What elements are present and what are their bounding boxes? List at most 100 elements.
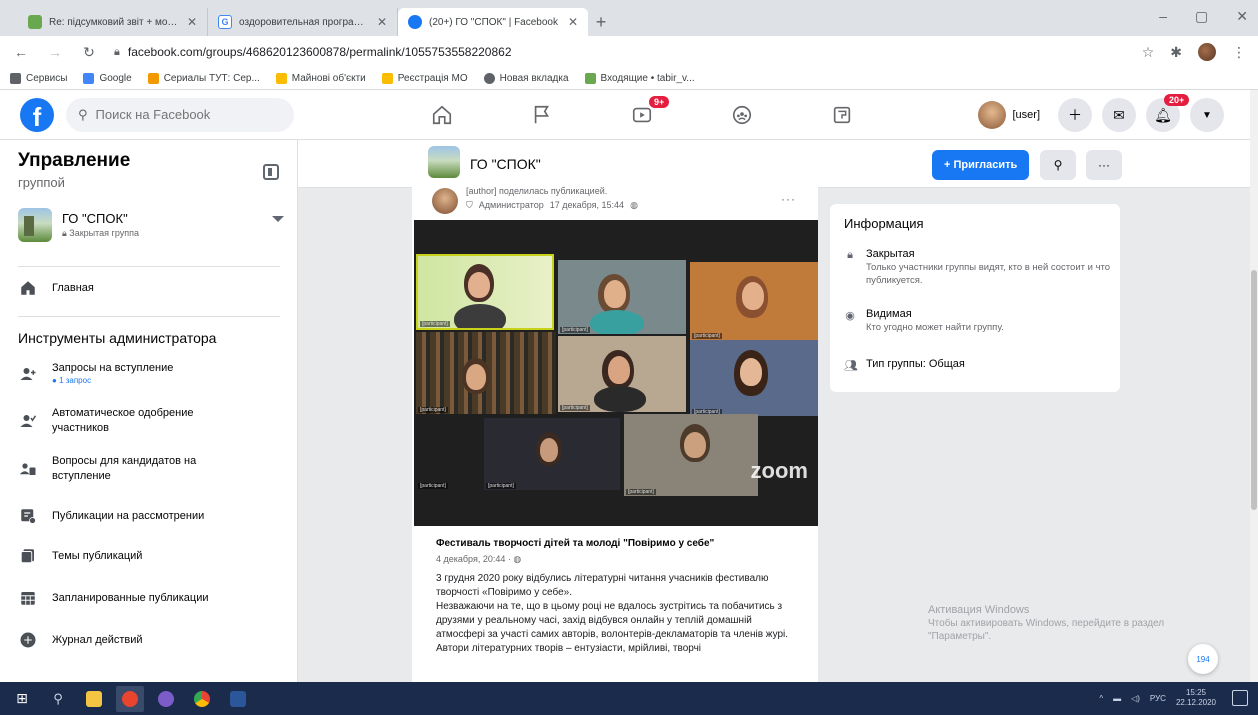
sidebar-item-activity-log[interactable]: Журнал действий xyxy=(18,630,288,650)
back-arrow-icon[interactable]: ← xyxy=(12,44,30,60)
post-header: [author] поделилась публикацией. ⛉ Админ… xyxy=(412,186,818,218)
close-tab-icon[interactable]: ✕ xyxy=(377,15,387,29)
forward-arrow-icon[interactable]: → xyxy=(46,44,64,60)
nav-groups[interactable] xyxy=(692,90,792,140)
clock[interactable]: 15:25 22.12.2020 xyxy=(1176,688,1216,708)
group-header-name[interactable]: ГО "СПОК" xyxy=(470,156,541,172)
author-avatar[interactable] xyxy=(432,188,458,214)
bookmark-registry[interactable]: Реєстрація МО xyxy=(381,73,468,84)
bell-icon: 🔔︎ xyxy=(1154,106,1172,123)
collapse-sidebar-icon[interactable] xyxy=(263,164,279,180)
search-input[interactable] xyxy=(95,107,266,122)
notifications-badge: 20+ xyxy=(1164,94,1190,106)
bookmark-star-icon[interactable]: ☆ xyxy=(1142,44,1155,61)
sidebar-item-label: Темы публикаций xyxy=(52,550,143,562)
sidebar-item-home[interactable]: Главная xyxy=(18,278,288,298)
tray-chevron-icon[interactable]: ^ xyxy=(1099,694,1103,703)
network-icon[interactable]: ▬ xyxy=(1113,694,1121,703)
profile-avatar xyxy=(978,101,1007,129)
extensions-puzzle-icon[interactable]: ✱ xyxy=(1170,44,1182,61)
sidebar-item-membership-questions[interactable]: Вопросы для кандидатов на вступление xyxy=(18,454,288,484)
close-tab-icon[interactable]: ✕ xyxy=(568,15,578,29)
group-selector[interactable]: ГО "СПОК" 🔒︎ Закрытая группа xyxy=(18,208,286,242)
sidebar-item-post-topics[interactable]: Темы публикаций xyxy=(18,546,288,566)
browser-menu-icon[interactable]: ⋮ xyxy=(1232,44,1246,61)
sidebar-item-auto-approve[interactable]: Автоматическое одобрение участников xyxy=(18,406,288,436)
create-button[interactable]: ＋ xyxy=(1058,98,1092,132)
lock-icon: 🔒︎ xyxy=(114,45,120,58)
post-more-button[interactable]: ··· xyxy=(781,192,796,206)
divider xyxy=(18,316,280,317)
new-tab-button[interactable]: + xyxy=(588,8,614,36)
reload-icon[interactable]: ↻ xyxy=(80,44,98,61)
close-window-button[interactable]: ✕ xyxy=(1236,8,1248,25)
input-language[interactable]: РУС xyxy=(1150,694,1166,703)
body-paragraph: Автори літературних творів – ентузіасти,… xyxy=(436,643,702,654)
profile-chip[interactable]: [user] xyxy=(976,99,1048,131)
scrollbar-thumb[interactable] xyxy=(1251,270,1257,510)
nav-pages[interactable] xyxy=(492,90,592,140)
sidebar-item-scheduled-posts[interactable]: Запланированные публикации xyxy=(18,588,288,608)
nav-gaming[interactable] xyxy=(792,90,892,140)
bookmark-google[interactable]: Google xyxy=(83,73,132,84)
account-menu-button[interactable]: ▼ xyxy=(1190,98,1224,132)
group-header-bar: ГО "СПОК" + Пригласить ⚲ ··· xyxy=(298,140,1250,188)
browser-tab-1[interactable]: Re: підсумковий звіт + монітор ✕ xyxy=(18,8,208,36)
user-check-icon xyxy=(18,411,38,431)
post-author-line: [author] поделилась публикацией. xyxy=(466,186,608,196)
page-scrollbar[interactable] xyxy=(1250,90,1258,682)
info-group-type: 👥︎ Тип группы: Общая xyxy=(844,358,965,372)
globe-icon: ◍ xyxy=(630,200,638,210)
url-field[interactable]: 🔒︎ facebook.com/groups/468620123600878/p… xyxy=(114,45,1126,59)
group-header-thumbnail[interactable] xyxy=(428,146,460,178)
word-button[interactable] xyxy=(224,686,252,712)
minimize-button[interactable]: – xyxy=(1159,8,1167,25)
bookmark-serials[interactable]: Сериалы ТУТ: Сер... xyxy=(147,73,260,84)
info-visibility: ◉ Видимая Кто угодно может найти группу. xyxy=(845,308,1004,333)
bookmark-services[interactable]: Сервисы xyxy=(10,73,67,84)
zoom-screenshot-image[interactable]: [participant] [participant] [participant… xyxy=(414,220,818,526)
bookmark-new-tab[interactable]: Новая вкладка xyxy=(483,73,569,84)
gaming-icon xyxy=(833,106,851,124)
contacts-chat-button[interactable]: 194 xyxy=(1188,644,1218,674)
sidebar-item-label: Запросы на вступление xyxy=(52,362,174,374)
file-explorer-button[interactable] xyxy=(80,686,108,712)
facebook-logo-icon[interactable]: f xyxy=(20,97,54,132)
post-meta: ⛉ Администратор 17 декабря, 15:44 ◍ xyxy=(466,200,638,211)
bookmark-property[interactable]: Майнові об'єкти xyxy=(275,73,366,84)
admin-shield-icon: ⛉ xyxy=(466,200,473,210)
sidebar-item-pending-posts[interactable]: Публикации на рассмотрении xyxy=(18,506,288,526)
opera-button[interactable] xyxy=(116,685,144,712)
author-role: Администратор xyxy=(478,200,544,210)
browser-tab-3-active[interactable]: (20+) ГО "СПОК" | Facebook ✕ xyxy=(398,8,588,36)
participant-tile: [participant] xyxy=(484,418,620,490)
start-button[interactable]: ⊞ xyxy=(8,686,36,712)
maximize-button[interactable]: ▢ xyxy=(1195,8,1208,25)
shared-post-title[interactable]: Фестиваль творчості дітей та молоді "Пов… xyxy=(436,538,714,549)
close-tab-icon[interactable]: ✕ xyxy=(187,15,197,29)
group-search-button[interactable]: ⚲ xyxy=(1040,150,1076,180)
action-center-icon[interactable] xyxy=(1232,690,1248,706)
nav-home[interactable] xyxy=(392,90,492,140)
group-info-panel: Информация 🔒︎ Закрытая Только участники … xyxy=(830,204,1120,392)
bookmark-inbox[interactable]: Входящие • tabir_v... xyxy=(584,73,695,84)
profile-avatar-icon[interactable] xyxy=(1198,43,1216,61)
facebook-search[interactable]: ⚲ xyxy=(66,97,294,132)
group-more-button[interactable]: ··· xyxy=(1086,150,1122,180)
body-paragraph: Незважаючи на те, що в цьому році не вда… xyxy=(436,601,789,640)
nav-watch[interactable]: 9+ xyxy=(592,90,692,140)
messenger-icon: ✉ xyxy=(1113,106,1125,123)
volume-icon[interactable]: ◁) xyxy=(1131,694,1140,703)
messenger-button[interactable]: ✉ xyxy=(1102,98,1136,132)
group-dropdown-icon[interactable] xyxy=(272,216,284,222)
viber-button[interactable] xyxy=(152,686,180,712)
post-timestamp[interactable]: 17 декабря, 15:44 xyxy=(550,200,624,211)
invite-button[interactable]: + Пригласить xyxy=(932,150,1030,180)
sidebar-item-label: Запланированные публикации xyxy=(52,592,209,604)
sidebar-item-join-requests[interactable]: Запросы на вступление ● 1 запрос xyxy=(18,362,288,385)
browser-tab-2[interactable]: G оздоровительная программа ✕ xyxy=(208,8,398,36)
search-icon: ⚲ xyxy=(53,690,63,706)
chrome-button[interactable] xyxy=(188,686,216,712)
search-taskbar-button[interactable]: ⚲ xyxy=(44,686,72,712)
notifications-button[interactable]: 🔔︎ 20+ xyxy=(1146,94,1190,132)
